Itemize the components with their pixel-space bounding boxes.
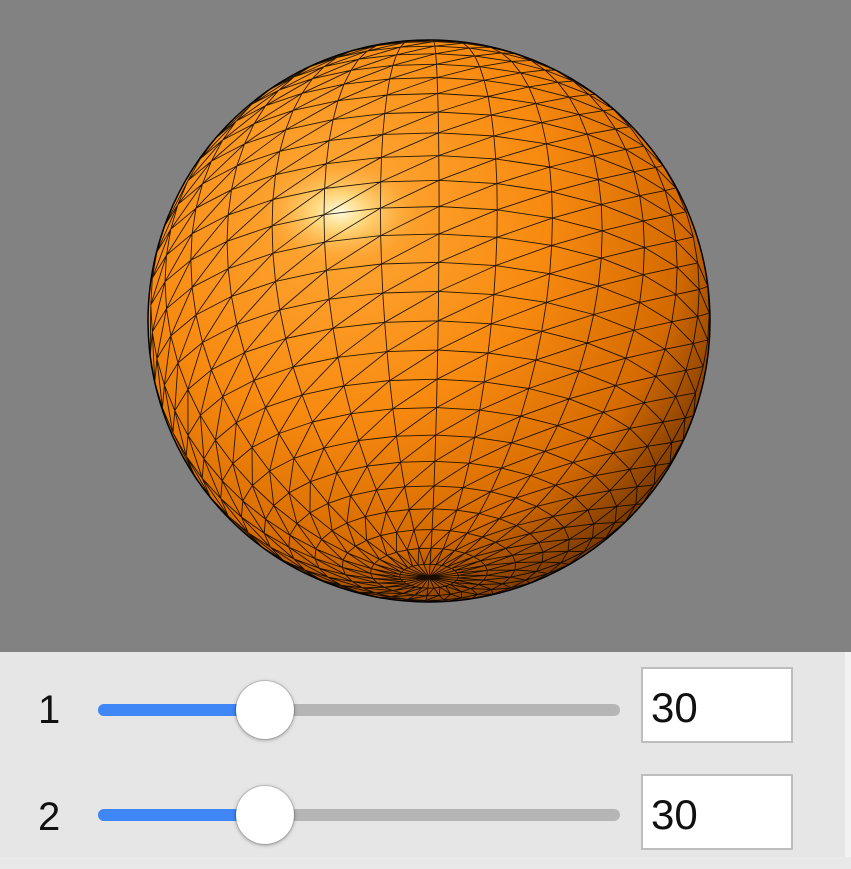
slider-row-1: 1 — [0, 667, 851, 762]
value-input-2[interactable] — [641, 774, 793, 850]
slider-label-2: 2 — [38, 795, 61, 839]
value-input-1[interactable] — [641, 667, 793, 743]
3d-viewport[interactable] — [0, 0, 851, 652]
slider-label-1: 1 — [38, 688, 61, 732]
slider-thumb-1[interactable] — [236, 681, 295, 739]
slider-track-2[interactable] — [98, 809, 620, 821]
slider-row-2: 2 — [0, 774, 851, 869]
sphere-render[interactable] — [0, 0, 851, 652]
slider-track-1[interactable] — [98, 704, 620, 716]
specular-highlight — [262, 162, 418, 262]
control-panel: 1 2 — [0, 652, 851, 857]
slider-thumb-2[interactable] — [236, 786, 295, 844]
